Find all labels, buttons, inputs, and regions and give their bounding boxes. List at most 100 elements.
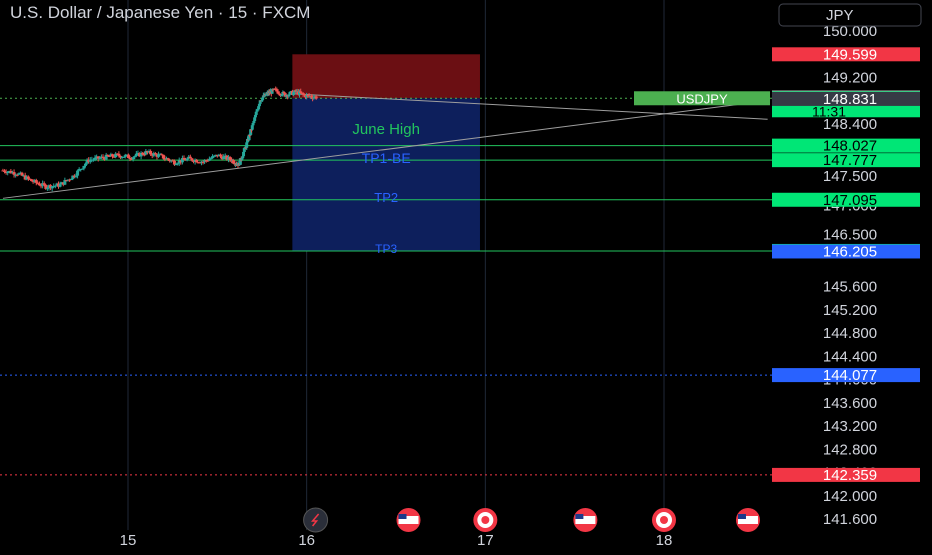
chart: June High TP1-BE TP2 TP3 150.000 149.200 148.…: [0, 0, 932, 550]
y-tick-9: 144.800: [823, 325, 877, 342]
candle: [93, 157, 97, 160]
candle: [122, 156, 126, 158]
candle: [101, 156, 105, 158]
y-tick-6: 146.500: [823, 226, 877, 243]
y-tick-4: 147.500: [823, 168, 877, 185]
candle: [253, 117, 257, 121]
price-label-5[interactable]: 147.777: [772, 152, 920, 169]
x-tick-16: 16: [298, 532, 315, 549]
candle: [6, 171, 10, 174]
chart-canvas: June HighTP1-BETP2TP3 150.000149.200148.…: [0, 0, 932, 550]
us-flag-canton: [737, 514, 746, 519]
y-tick-1: 149.200: [823, 69, 877, 86]
candle: [176, 163, 180, 165]
candle: [228, 157, 232, 160]
candle: [219, 154, 223, 157]
candle: [15, 174, 19, 176]
candle: [133, 156, 137, 158]
candle: [98, 157, 102, 159]
price-label-value: 147.777: [823, 152, 877, 169]
event-marker-jp[interactable]: [473, 508, 498, 532]
x-tick-17: 17: [477, 532, 494, 549]
candle: [222, 156, 226, 160]
candle: [74, 175, 78, 177]
candle: [45, 187, 49, 189]
candle: [253, 114, 257, 118]
candle: [12, 172, 16, 175]
zone-label-2: TP2: [374, 190, 398, 205]
us-flag-canton: [575, 514, 584, 519]
price-label-value: 146.205: [823, 243, 877, 260]
candle: [42, 183, 46, 185]
event-marker-earnings[interactable]: [303, 507, 329, 533]
x-tick-18: 18: [656, 532, 673, 549]
stop-zone[interactable]: [292, 54, 480, 99]
candle: [195, 159, 199, 163]
y-tick-17: 141.600: [823, 511, 877, 528]
candle: [188, 156, 192, 159]
currency-label: JPY: [826, 7, 854, 24]
candle: [3, 170, 7, 172]
price-label-9[interactable]: 144.077: [772, 367, 920, 384]
candle: [201, 161, 205, 163]
candle: [299, 91, 303, 93]
price-label-value: 149.599: [823, 46, 877, 63]
candle: [36, 182, 40, 184]
candle: [242, 148, 246, 152]
price-label-6[interactable]: 147.095: [772, 192, 920, 209]
candle: [53, 185, 57, 187]
price-label-3[interactable]: 148.831: [772, 91, 920, 108]
candle: [209, 158, 213, 160]
price-label-8[interactable]: 146.205: [772, 243, 920, 260]
y-tick-7: 145.600: [823, 279, 877, 296]
price-label-10[interactable]: 142.359: [772, 467, 920, 484]
candle: [134, 153, 138, 157]
x-tick-15: 15: [120, 532, 137, 549]
candle: [141, 152, 145, 155]
candle: [240, 158, 244, 160]
symbol-tag: USDJPY: [676, 91, 728, 106]
zone-label-1: TP1-BE: [362, 150, 411, 166]
candle: [58, 184, 62, 187]
candle: [190, 158, 194, 161]
y-tick-13: 143.200: [823, 418, 877, 435]
y-tick-14: 142.800: [823, 441, 877, 458]
candle: [69, 178, 73, 180]
candle: [111, 154, 115, 157]
candle: [84, 163, 88, 166]
candle: [106, 154, 110, 157]
zone-label-3: TP3: [375, 242, 397, 256]
candle: [37, 183, 41, 186]
event-marker-us[interactable]: [573, 508, 598, 532]
candle: [172, 160, 176, 165]
candle: [149, 151, 153, 155]
chart-title: U.S. Dollar / Japanese Yen · 15 · FXCM: [10, 3, 310, 22]
candle: [182, 158, 186, 160]
candle: [126, 154, 130, 158]
price-label-value: 142.359: [823, 467, 877, 484]
y-tick-12: 143.600: [823, 395, 877, 412]
price-label-0[interactable]: 149.599: [772, 46, 920, 63]
price-label-value: 144.077: [823, 367, 877, 384]
y-tick-10: 144.400: [823, 348, 877, 365]
lightning-icon: [303, 507, 329, 533]
event-marker-jp[interactable]: [652, 508, 676, 532]
candle: [34, 180, 38, 183]
y-tick-8: 145.200: [823, 302, 877, 319]
candle: [314, 96, 318, 99]
candle: [153, 153, 157, 155]
currency-button[interactable]: JPY: [778, 3, 922, 27]
candle: [30, 179, 34, 182]
candle: [26, 176, 30, 179]
jp-flag-sun: [481, 516, 490, 524]
price-label-value: 147.095: [823, 192, 877, 209]
event-marker-us[interactable]: [735, 508, 760, 532]
candle: [82, 165, 86, 169]
zone-label-0: June High: [352, 121, 420, 138]
candle: [20, 172, 24, 176]
candle: [185, 158, 189, 161]
candle: [142, 154, 146, 156]
candle: [207, 159, 211, 161]
event-marker-us[interactable]: [396, 508, 421, 532]
candle: [117, 153, 121, 156]
